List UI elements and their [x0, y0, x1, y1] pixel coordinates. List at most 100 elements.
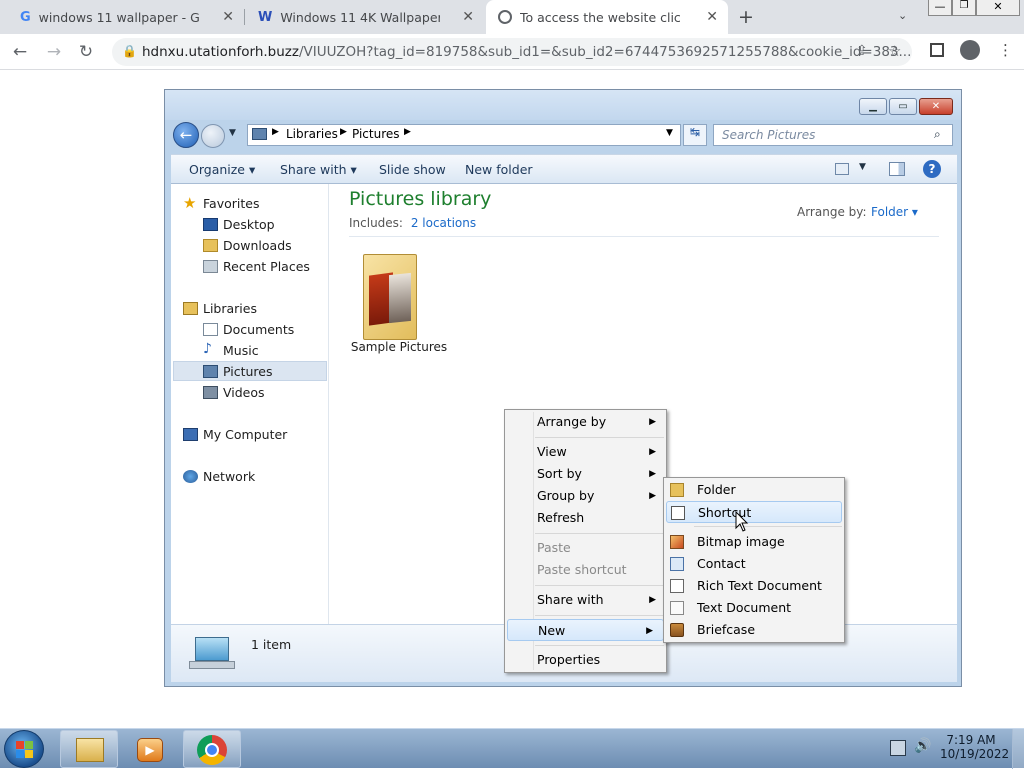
search-input[interactable]: Search Pictures ⌕: [713, 124, 953, 146]
tab-wallpapers[interactable]: W Windows 11 4K Wallpapers - Top ✕: [246, 0, 484, 34]
search-icon[interactable]: ⌕: [934, 127, 941, 142]
menu-paste[interactable]: Paste: [505, 537, 666, 559]
nav-desktop[interactable]: Desktop: [203, 217, 275, 232]
submenu-text-document[interactable]: Text Document: [664, 597, 844, 619]
media-player-icon: ▶: [137, 738, 163, 762]
menu-refresh[interactable]: Refresh: [505, 507, 666, 529]
reload-icon[interactable]: ↻: [74, 42, 98, 62]
chevron-right-icon: ▶: [646, 626, 653, 636]
forward-arrow-icon[interactable]: →: [42, 42, 66, 62]
volume-icon[interactable]: 🔊: [914, 738, 931, 754]
nav-my-computer[interactable]: My Computer: [183, 427, 287, 442]
locations-link[interactable]: 2 locations: [411, 216, 476, 230]
menu-paste-shortcut[interactable]: Paste shortcut: [505, 559, 666, 581]
network-tray-icon[interactable]: [890, 740, 906, 756]
taskbar-media-player-button[interactable]: ▶: [120, 730, 178, 768]
computer-base-icon: [189, 661, 235, 669]
nav-videos[interactable]: Videos: [203, 385, 265, 400]
start-button[interactable]: [4, 730, 44, 768]
breadcrumb[interactable]: ▶ Libraries ▶ Pictures ▶ ▼: [247, 124, 681, 146]
menu-sort-by[interactable]: Sort by ▶: [505, 463, 666, 485]
side-panel-icon[interactable]: [930, 43, 944, 57]
chevron-right-icon: ▶: [649, 595, 656, 605]
menu-share-with[interactable]: Share with ▶: [505, 589, 666, 611]
refresh-icon[interactable]: ↹: [683, 124, 707, 146]
library-title: Pictures library: [349, 188, 492, 210]
taskbar-explorer-button[interactable]: [60, 730, 118, 768]
chevron-right-icon: ▶: [649, 469, 656, 479]
navigation-pane: ★ Favorites Desktop Downloads Recent Plac…: [171, 184, 329, 624]
share-with-button[interactable]: Share with ▾: [280, 162, 357, 177]
taskbar-chrome-button[interactable]: [183, 730, 241, 768]
address-bar[interactable]: 🔒 hdnxu.utationforh.buzz/VIUUZOH?tag_id=…: [112, 38, 912, 66]
chevron-right-icon: ▶: [272, 127, 279, 137]
chevron-right-icon: ▶: [404, 127, 411, 137]
recent-pages-chevron-icon[interactable]: ▼: [229, 128, 236, 138]
recent-places-icon: [203, 260, 218, 273]
pictures-icon: [203, 365, 218, 378]
close-tab-icon[interactable]: ✕: [462, 9, 474, 25]
menu-view[interactable]: View ▶: [505, 441, 666, 463]
breadcrumb-libraries[interactable]: Libraries: [286, 127, 338, 141]
nav-downloads[interactable]: Downloads: [203, 238, 292, 253]
close-tab-icon[interactable]: ✕: [222, 9, 234, 25]
menu-group-by[interactable]: Group by ▶: [505, 485, 666, 507]
nav-documents[interactable]: Documents: [203, 322, 294, 337]
menu-new[interactable]: New ▶: [507, 619, 664, 641]
submenu-rich-text-document[interactable]: Rich Text Document: [664, 575, 844, 597]
sample-pictures-folder[interactable]: Sample Pictures: [347, 248, 451, 356]
slide-show-button[interactable]: Slide show: [379, 162, 446, 177]
chevron-right-icon: ▶: [649, 491, 656, 501]
tab-active-site[interactable]: To access the website click the "A ✕: [486, 0, 728, 34]
nav-favorites[interactable]: ★ Favorites: [183, 194, 259, 212]
back-arrow-icon[interactable]: ←: [8, 42, 32, 62]
minimize-icon[interactable]: —: [928, 0, 952, 16]
menu-dots-icon[interactable]: ⋮: [998, 41, 1013, 59]
clock-date: 10/19/2022: [940, 747, 1010, 761]
tab-google[interactable]: G windows 11 wallpaper - Google S ✕: [8, 0, 244, 34]
lock-icon: 🔒: [122, 44, 137, 58]
network-icon: [183, 470, 198, 483]
windows-logo-icon: [16, 741, 24, 749]
view-options-chevron-icon[interactable]: ▼: [859, 162, 866, 172]
new-tab-button[interactable]: +: [738, 6, 754, 28]
menu-properties[interactable]: Properties: [505, 649, 666, 671]
submenu-bitmap-image[interactable]: Bitmap image: [664, 531, 844, 553]
submenu-contact[interactable]: Contact: [664, 553, 844, 575]
submenu-shortcut[interactable]: Shortcut: [666, 501, 842, 523]
nav-recent-places[interactable]: Recent Places: [203, 259, 310, 274]
submenu-folder[interactable]: Folder: [664, 479, 844, 501]
change-view-icon[interactable]: [835, 163, 849, 175]
star-icon[interactable]: ☆: [888, 42, 901, 60]
nav-network[interactable]: Network: [183, 469, 255, 484]
restore-icon[interactable]: ❐: [952, 0, 976, 16]
new-folder-button[interactable]: New folder: [465, 162, 533, 177]
nav-libraries[interactable]: Libraries: [183, 301, 257, 316]
nav-music[interactable]: ♪ Music: [203, 341, 259, 358]
nav-pictures[interactable]: Pictures: [203, 364, 273, 379]
help-icon[interactable]: ?: [923, 160, 941, 178]
organize-button[interactable]: Organize ▾: [189, 162, 255, 177]
rich-text-icon: [670, 579, 684, 593]
preview-pane-icon[interactable]: [889, 162, 905, 176]
submenu-briefcase[interactable]: Briefcase: [664, 619, 844, 641]
close-tab-icon[interactable]: ✕: [706, 9, 718, 25]
clock[interactable]: 7:19 AM 10/19/2022: [940, 733, 1010, 761]
close-window-icon[interactable]: ✕: [919, 98, 953, 115]
window-title-bar[interactable]: ▁ ▭ ✕: [165, 90, 961, 120]
arrange-by-dropdown[interactable]: Folder ▾: [871, 205, 918, 219]
show-desktop-button[interactable]: [1012, 729, 1024, 769]
back-arrow-icon[interactable]: ←: [173, 122, 199, 148]
minimize-icon[interactable]: ▁: [859, 98, 887, 115]
profile-avatar-icon[interactable]: [960, 40, 980, 60]
close-window-icon[interactable]: ✕: [976, 0, 1020, 16]
address-history-chevron-icon[interactable]: ▼: [666, 128, 673, 138]
folder-label: Sample Pictures: [350, 340, 448, 354]
forward-arrow-icon[interactable]: [201, 124, 225, 148]
share-icon[interactable]: ⇪: [856, 43, 868, 59]
menu-arrange-by[interactable]: Arrange by ▶: [505, 411, 666, 433]
computer-icon: [183, 428, 198, 441]
tab-search-chevron-icon[interactable]: ⌄: [898, 9, 907, 22]
maximize-icon[interactable]: ▭: [889, 98, 917, 115]
breadcrumb-pictures[interactable]: Pictures: [352, 127, 400, 141]
